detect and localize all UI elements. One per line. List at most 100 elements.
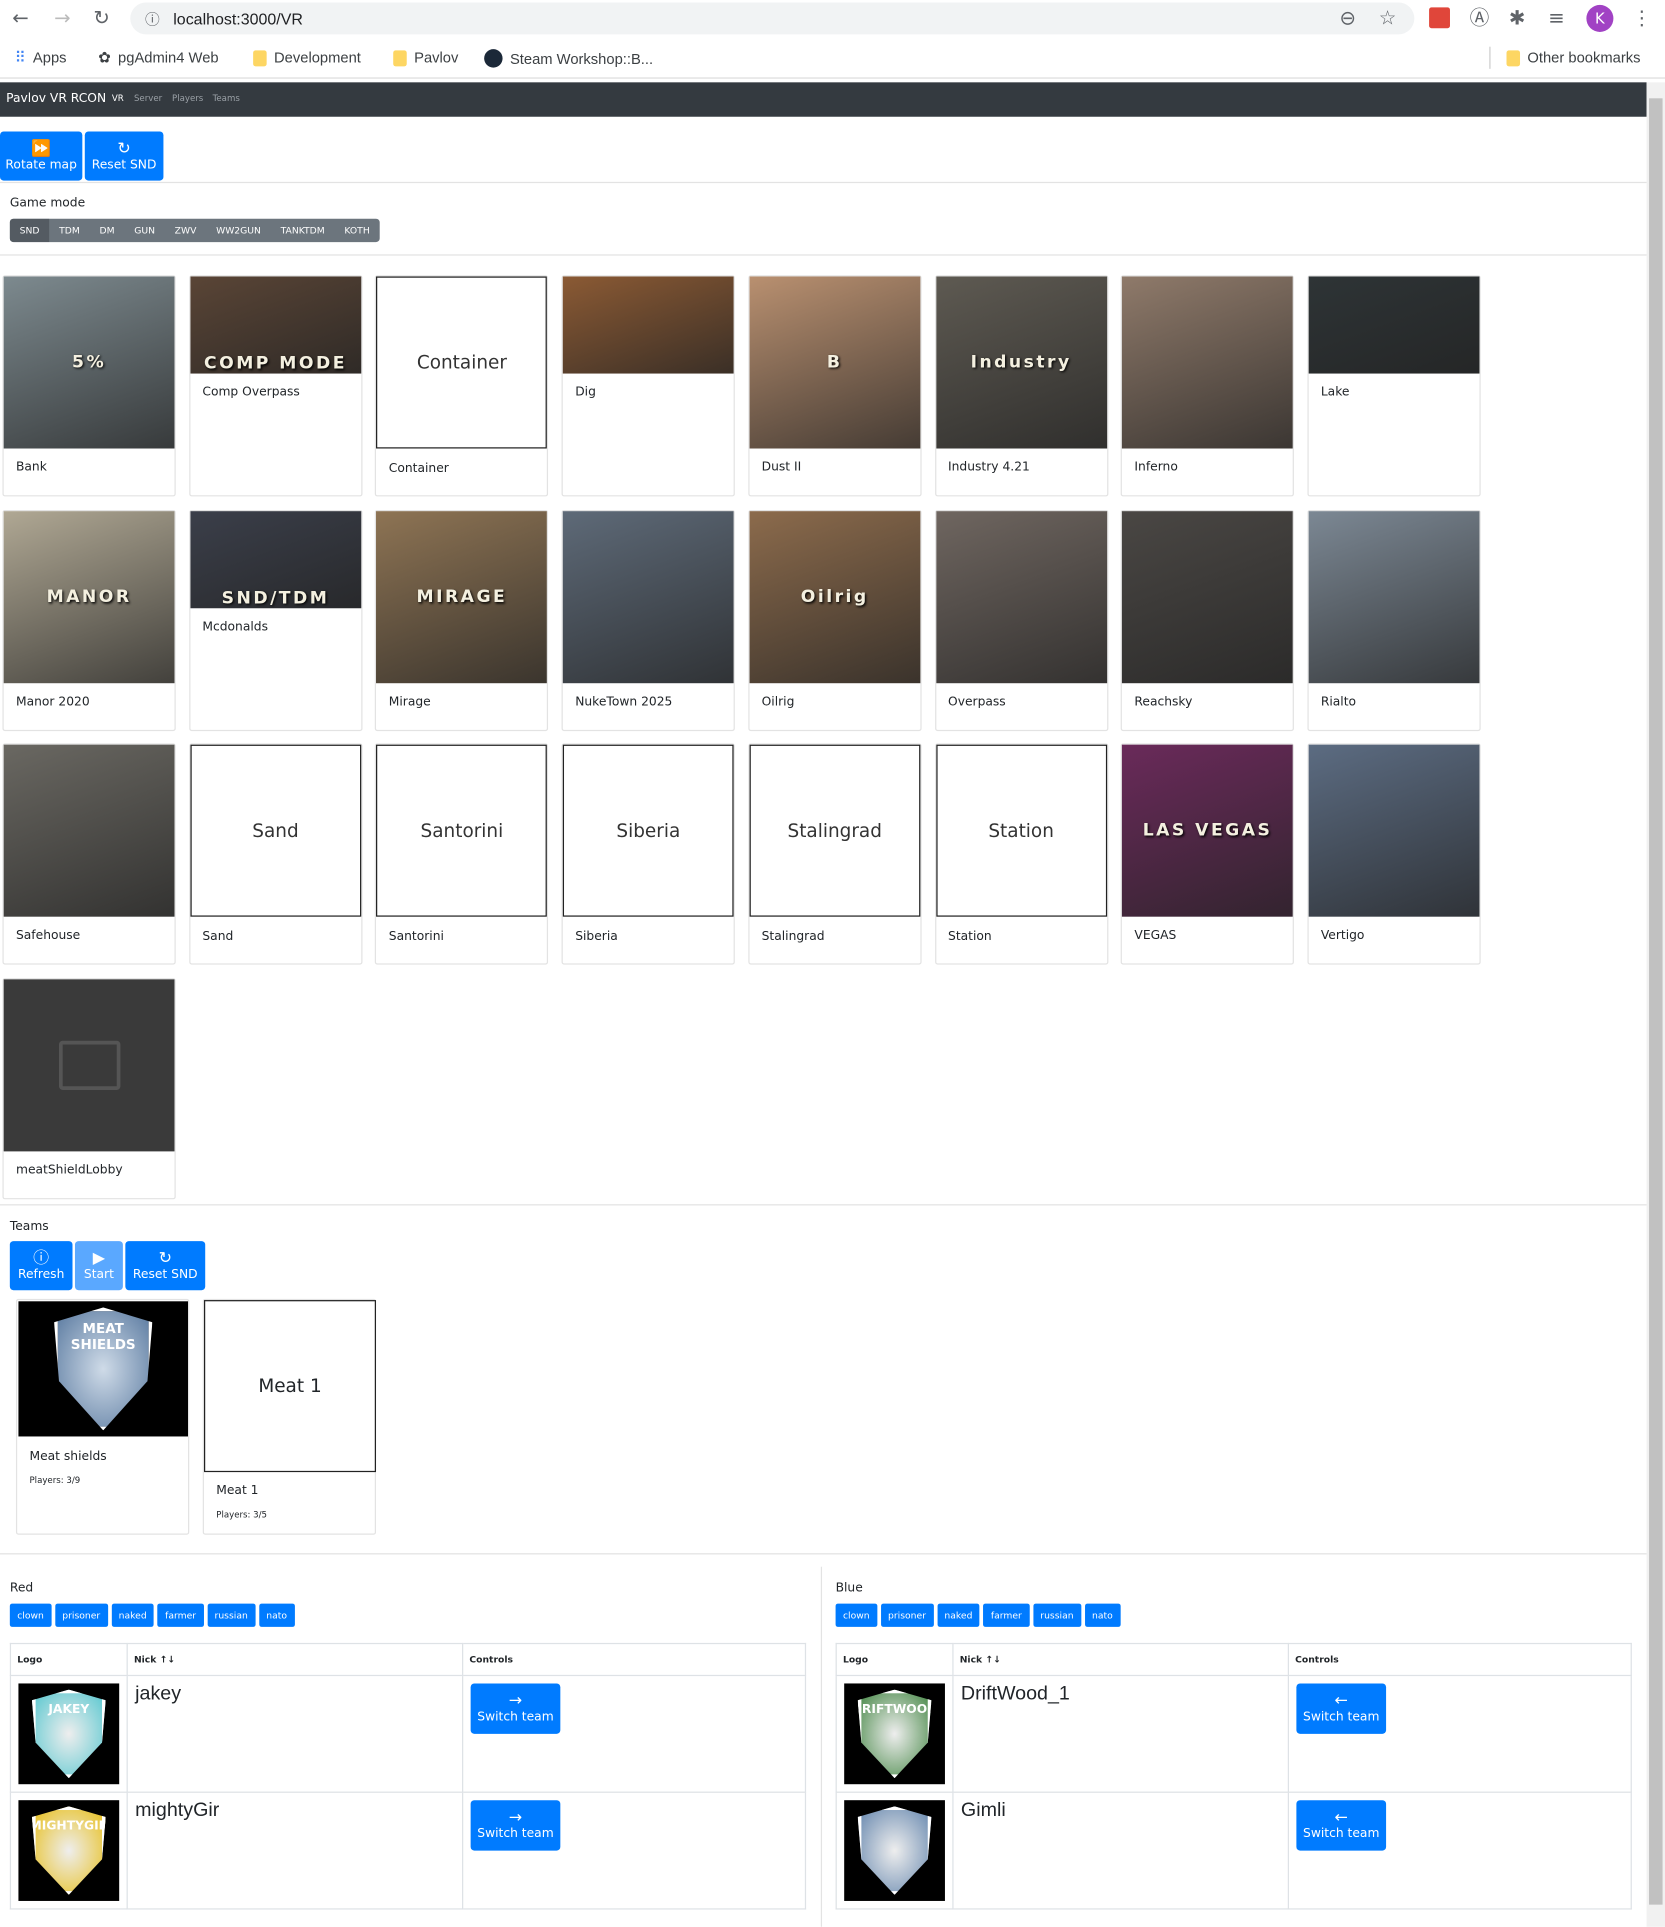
map-name: Dig: [575, 385, 596, 400]
map-name: VEGAS: [1134, 929, 1177, 943]
skin-naked-button[interactable]: naked: [937, 1603, 980, 1627]
bookmark-steam[interactable]: Steam Workshop::B...: [484, 49, 653, 68]
skin-clown-button[interactable]: clown: [9, 1603, 52, 1627]
info-icon[interactable]: ⓘ: [145, 10, 160, 30]
map-card[interactable]: Safehouse: [2, 743, 176, 966]
map-name: Sand: [202, 930, 234, 945]
menu-icon[interactable]: ⋮: [1632, 8, 1652, 29]
map-card[interactable]: LAS VEGAS VEGAS: [1120, 743, 1295, 966]
skin-russian-button[interactable]: russian: [1032, 1603, 1081, 1627]
map-card[interactable]: Stalingrad Stalingrad: [748, 743, 922, 966]
mode-button-snd[interactable]: SND: [9, 218, 50, 243]
skin-farmer-button[interactable]: farmer: [157, 1603, 204, 1627]
player-logo: MIGHTYGIR: [18, 1800, 120, 1901]
switch-team-button[interactable]: → Switch team: [470, 1800, 561, 1851]
nav-server[interactable]: Server: [134, 93, 162, 103]
col-nick[interactable]: Nick ↑↓: [952, 1642, 1290, 1677]
team-card[interactable]: MEAT SHIELDS Meat shields Players: 3/9: [15, 1298, 190, 1535]
map-thumbnail: MIRAGE: [376, 510, 548, 683]
map-card[interactable]: SND/TDM Mcdonalds: [188, 509, 363, 731]
bookmark-apps[interactable]: ⠿ Apps: [15, 49, 67, 66]
map-card[interactable]: Industry Industry 4.21: [934, 275, 1108, 497]
map-placeholder: Siberia: [562, 745, 734, 918]
col-nick[interactable]: Nick ↑↓: [126, 1642, 464, 1677]
profile-avatar[interactable]: K: [1586, 4, 1614, 32]
zoom-icon[interactable]: ⊖: [1339, 8, 1355, 29]
arrow-right-icon: →: [508, 1692, 523, 1711]
mode-button-koth[interactable]: KOTH: [335, 219, 380, 242]
switch-team-button[interactable]: → Switch team: [470, 1683, 561, 1734]
bookmark-other[interactable]: Other bookmarks: [1506, 49, 1641, 66]
skin-clown-button[interactable]: clown: [835, 1603, 877, 1627]
nav-teams[interactable]: Teams: [213, 93, 240, 103]
column-divider: [820, 1566, 823, 1927]
map-card[interactable]: Sand Sand: [188, 743, 363, 966]
switch-team-button[interactable]: ← Switch team: [1296, 1683, 1387, 1734]
map-placeholder: Stalingrad: [749, 745, 921, 918]
map-card[interactable]: NukeTown 2025: [561, 509, 735, 731]
map-card[interactable]: Overpass: [934, 509, 1108, 731]
skin-naked-button[interactable]: naked: [111, 1603, 155, 1627]
arrow-left-icon: ←: [1334, 1692, 1348, 1711]
team-card[interactable]: Meat 1 Meat 1 Players: 3/5: [202, 1298, 377, 1535]
bookmark-pgadmin[interactable]: ✿ pgAdmin4 Web: [98, 49, 218, 66]
map-card[interactable]: Reachsky: [1120, 509, 1295, 731]
map-card[interactable]: Lake: [1307, 275, 1481, 497]
rotate-map-button[interactable]: ⏩ Rotate map: [0, 131, 83, 181]
puzzle-icon[interactable]: ✱: [1509, 8, 1525, 29]
start-button[interactable]: ▶ Start: [74, 1241, 123, 1291]
skin-prisoner-button[interactable]: prisoner: [880, 1603, 934, 1627]
bookmark-development[interactable]: Development: [253, 49, 361, 66]
map-card[interactable]: Inferno: [1120, 275, 1295, 497]
mode-button-zwv[interactable]: ZWV: [165, 219, 206, 242]
nav-players[interactable]: Players: [172, 93, 203, 103]
map-thumbnail: [1122, 276, 1293, 449]
reset-snd-button[interactable]: ↻ Reset SND: [84, 131, 164, 181]
navbar-brand[interactable]: Pavlov VR RCON: [6, 92, 106, 106]
map-card[interactable]: Rialto: [1307, 509, 1481, 731]
mode-button-gun[interactable]: GUN: [124, 219, 164, 242]
team-logo: MEAT SHIELDS: [18, 1301, 189, 1437]
reload-icon[interactable]: ↻: [93, 8, 109, 29]
map-card[interactable]: Oilrig Oilrig: [748, 509, 922, 731]
map-card[interactable]: B Dust II: [748, 275, 922, 497]
extension-a-icon[interactable]: Ⓐ: [1470, 8, 1490, 29]
extension-icon[interactable]: [1429, 7, 1450, 29]
mode-button-tanktdm[interactable]: TANKTDM: [271, 219, 335, 242]
map-thumbnail: [1122, 510, 1293, 683]
bookmark-pavlov[interactable]: Pavlov: [393, 49, 458, 66]
forward-icon[interactable]: →: [54, 8, 70, 29]
map-card[interactable]: MIRAGE Mirage: [375, 509, 549, 731]
mode-button-dm[interactable]: DM: [90, 219, 125, 242]
mode-button-tdm[interactable]: TDM: [49, 219, 89, 242]
nav-vr[interactable]: VR: [112, 93, 124, 103]
map-card[interactable]: MANOR Manor 2020: [2, 509, 176, 731]
map-card[interactable]: Santorini Santorini: [375, 743, 549, 966]
media-icon[interactable]: ≡: [1548, 8, 1564, 29]
url-text[interactable]: localhost:3000/VR: [173, 10, 303, 28]
map-card[interactable]: Container Container: [375, 275, 549, 497]
scrollbar-thumb[interactable]: [1649, 98, 1663, 1905]
map-thumbnail: Industry: [935, 276, 1107, 449]
switch-team-button[interactable]: ← Switch team: [1296, 1800, 1387, 1851]
refresh-button[interactable]: ⓘ Refresh: [9, 1241, 73, 1291]
map-card[interactable]: Vertigo: [1307, 743, 1481, 966]
address-bar[interactable]: ⓘ localhost:3000/VR ⊖ ☆: [130, 2, 1415, 35]
map-card[interactable]: meatShieldLobby: [2, 978, 176, 1200]
map-card[interactable]: Station Station: [934, 743, 1108, 966]
folder-icon: [253, 49, 267, 66]
skin-prisoner-button[interactable]: prisoner: [54, 1603, 108, 1627]
player-nick: Gimli: [960, 1800, 1006, 1822]
skin-russian-button[interactable]: russian: [207, 1603, 256, 1627]
map-card[interactable]: COMP MODE Comp Overpass: [188, 275, 363, 497]
map-card[interactable]: Dig: [561, 275, 735, 497]
back-icon[interactable]: ←: [12, 8, 28, 29]
star-icon[interactable]: ☆: [1379, 8, 1397, 29]
map-card[interactable]: Siberia Siberia: [561, 743, 735, 966]
mode-button-ww2gun[interactable]: WW2GUN: [206, 219, 271, 242]
skin-nato-button[interactable]: nato: [258, 1603, 295, 1627]
skin-farmer-button[interactable]: farmer: [983, 1603, 1030, 1627]
skin-nato-button[interactable]: nato: [1084, 1603, 1121, 1627]
reset-snd-teams-button[interactable]: ↻ Reset SND: [125, 1241, 206, 1291]
map-card[interactable]: 5% Bank: [2, 275, 176, 497]
